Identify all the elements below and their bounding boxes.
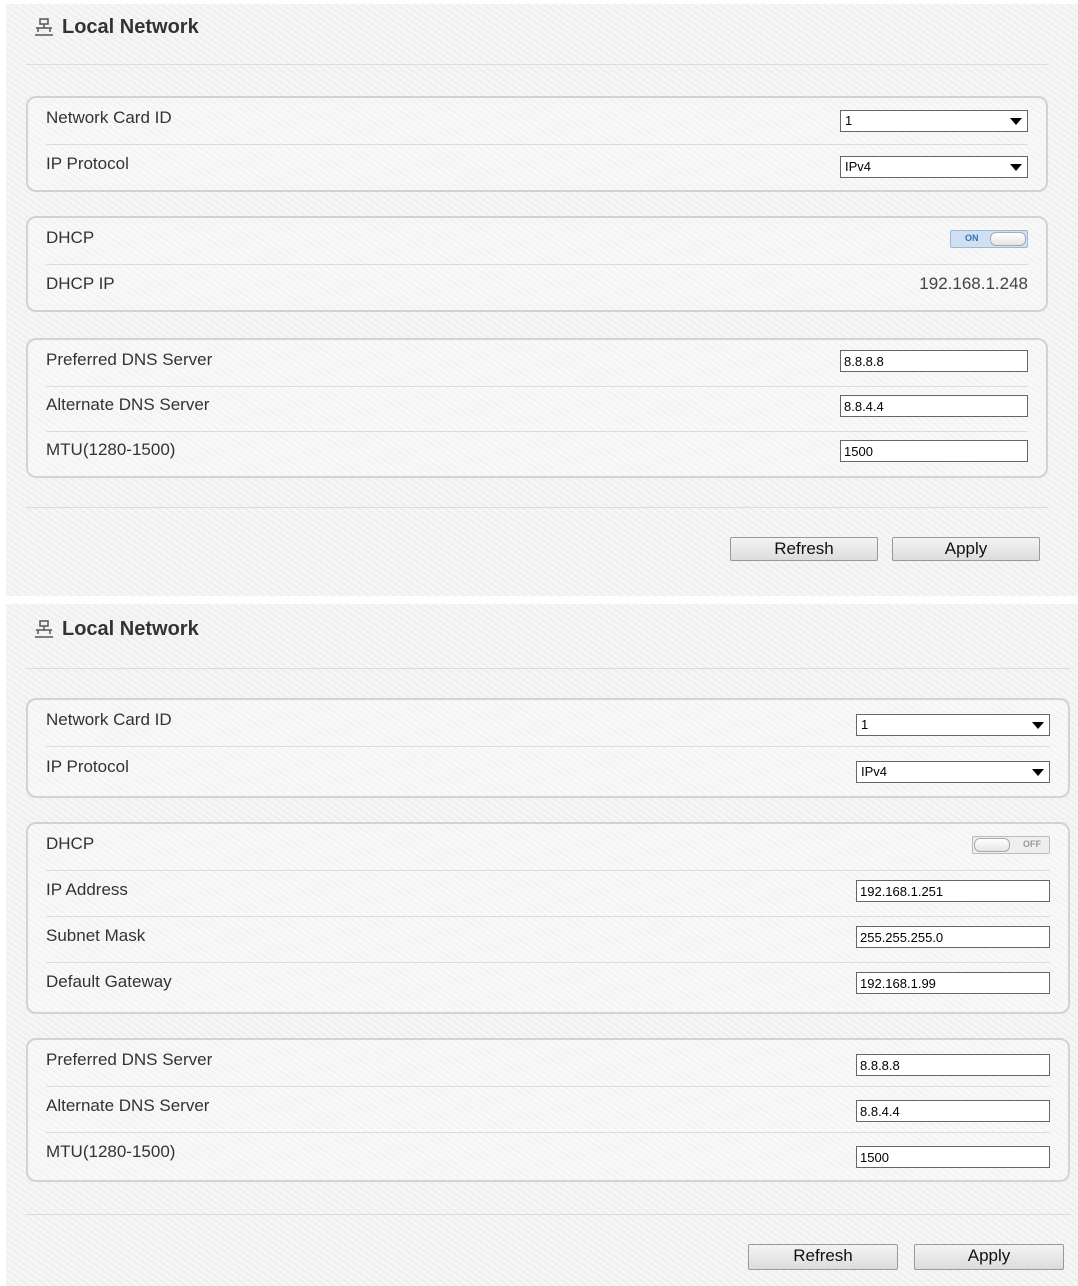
- page-title-text: Local Network: [62, 618, 199, 640]
- preferred-dns-label: Preferred DNS Server: [46, 350, 213, 369]
- refresh-button[interactable]: Refresh: [748, 1244, 898, 1270]
- preferred-dns-row: Preferred DNS Server: [46, 1040, 1050, 1087]
- subnet-mask-row: Subnet Mask: [46, 916, 1050, 963]
- dhcp-ip-row: DHCP IP 192.168.1.248: [46, 264, 1028, 310]
- divider: [26, 64, 1048, 65]
- alternate-dns-input[interactable]: [856, 1100, 1050, 1122]
- preferred-dns-row: Preferred DNS Server: [46, 340, 1028, 387]
- dropdown-arrow-icon: [1032, 769, 1044, 776]
- page-title: Local Network: [34, 618, 199, 641]
- network-card-group: Network Card ID 1 IP Protocol IPv4: [26, 698, 1070, 798]
- page-title-text: Local Network: [62, 16, 199, 38]
- dhcp-toggle[interactable]: OFF: [972, 836, 1050, 854]
- preferred-dns-input[interactable]: [856, 1054, 1050, 1076]
- network-icon: [35, 619, 53, 638]
- dhcp-toggle[interactable]: ON: [950, 230, 1028, 248]
- ip-protocol-select[interactable]: IPv4: [856, 761, 1050, 783]
- dhcp-label: DHCP: [46, 834, 95, 853]
- network-card-group: Network Card ID 1 IP Protocol IPv4: [26, 96, 1048, 192]
- network-card-id-row: Network Card ID 1: [46, 700, 1050, 747]
- toggle-state-label: OFF: [1023, 839, 1041, 849]
- dropdown-arrow-icon: [1010, 118, 1022, 125]
- toggle-knob: [990, 232, 1026, 246]
- select-value: 1: [845, 113, 853, 128]
- dhcp-row: DHCP OFF: [46, 824, 1050, 871]
- select-value: 1: [861, 717, 869, 732]
- network-card-id-select[interactable]: 1: [856, 714, 1050, 736]
- alternate-dns-input[interactable]: [840, 395, 1028, 417]
- network-card-id-row: Network Card ID 1: [46, 98, 1028, 145]
- dhcp-row: DHCP ON: [46, 218, 1028, 265]
- ip-address-row: IP Address: [46, 870, 1050, 917]
- ip-protocol-label: IP Protocol: [46, 154, 129, 173]
- alternate-dns-label: Alternate DNS Server: [46, 395, 210, 414]
- network-card-id-label: Network Card ID: [46, 710, 172, 729]
- ip-address-label: IP Address: [46, 880, 128, 899]
- network-icon: [35, 17, 53, 36]
- mtu-label: MTU(1280-1500): [46, 440, 176, 459]
- dhcp-group: DHCP ON DHCP IP 192.168.1.248: [26, 216, 1048, 312]
- dns-group: Preferred DNS Server Alternate DNS Serve…: [26, 1038, 1070, 1182]
- divider: [26, 1214, 1070, 1215]
- dhcp-ip-label: DHCP IP: [46, 274, 115, 293]
- ip-protocol-row: IP Protocol IPv4: [46, 747, 1050, 793]
- dropdown-arrow-icon: [1010, 164, 1022, 171]
- default-gateway-input[interactable]: [856, 972, 1050, 994]
- mtu-label: MTU(1280-1500): [46, 1142, 176, 1161]
- network-card-id-select[interactable]: 1: [840, 110, 1028, 132]
- local-network-panel-dhcp-off: Local Network Network Card ID 1 IP Proto…: [6, 604, 1078, 1286]
- apply-button[interactable]: Apply: [914, 1244, 1064, 1270]
- local-network-panel-dhcp-on: Local Network Network Card ID 1 IP Proto…: [6, 4, 1078, 596]
- toggle-state-label: ON: [965, 233, 979, 243]
- ip-protocol-row: IP Protocol IPv4: [46, 144, 1028, 190]
- select-value: IPv4: [861, 764, 888, 779]
- dhcp-label: DHCP: [46, 228, 95, 247]
- alternate-dns-row: Alternate DNS Server: [46, 385, 1028, 432]
- mtu-row: MTU(1280-1500): [46, 430, 1028, 476]
- ip-protocol-label: IP Protocol: [46, 757, 129, 776]
- divider: [26, 668, 1070, 669]
- refresh-button[interactable]: Refresh: [730, 537, 878, 561]
- dropdown-arrow-icon: [1032, 722, 1044, 729]
- subnet-mask-input[interactable]: [856, 926, 1050, 948]
- divider: [26, 507, 1048, 508]
- mtu-row: MTU(1280-1500): [46, 1132, 1050, 1178]
- alternate-dns-row: Alternate DNS Server: [46, 1086, 1050, 1133]
- network-card-id-label: Network Card ID: [46, 108, 172, 127]
- alternate-dns-label: Alternate DNS Server: [46, 1096, 210, 1115]
- dns-group: Preferred DNS Server Alternate DNS Serve…: [26, 338, 1048, 478]
- page-title: Local Network: [34, 16, 199, 39]
- select-value: IPv4: [845, 159, 872, 174]
- mtu-input[interactable]: [856, 1146, 1050, 1168]
- dhcp-ip-value: 192.168.1.248: [919, 274, 1028, 293]
- ip-protocol-select[interactable]: IPv4: [840, 156, 1028, 178]
- apply-button[interactable]: Apply: [892, 537, 1040, 561]
- default-gateway-label: Default Gateway: [46, 972, 172, 991]
- subnet-mask-label: Subnet Mask: [46, 926, 146, 945]
- dhcp-group: DHCP OFF IP Address Subnet Mask Default …: [26, 822, 1070, 1014]
- preferred-dns-input[interactable]: [840, 350, 1028, 372]
- preferred-dns-label: Preferred DNS Server: [46, 1050, 213, 1069]
- toggle-knob: [974, 838, 1010, 852]
- ip-address-input[interactable]: [856, 880, 1050, 902]
- mtu-input[interactable]: [840, 440, 1028, 462]
- default-gateway-row: Default Gateway: [46, 962, 1050, 1008]
